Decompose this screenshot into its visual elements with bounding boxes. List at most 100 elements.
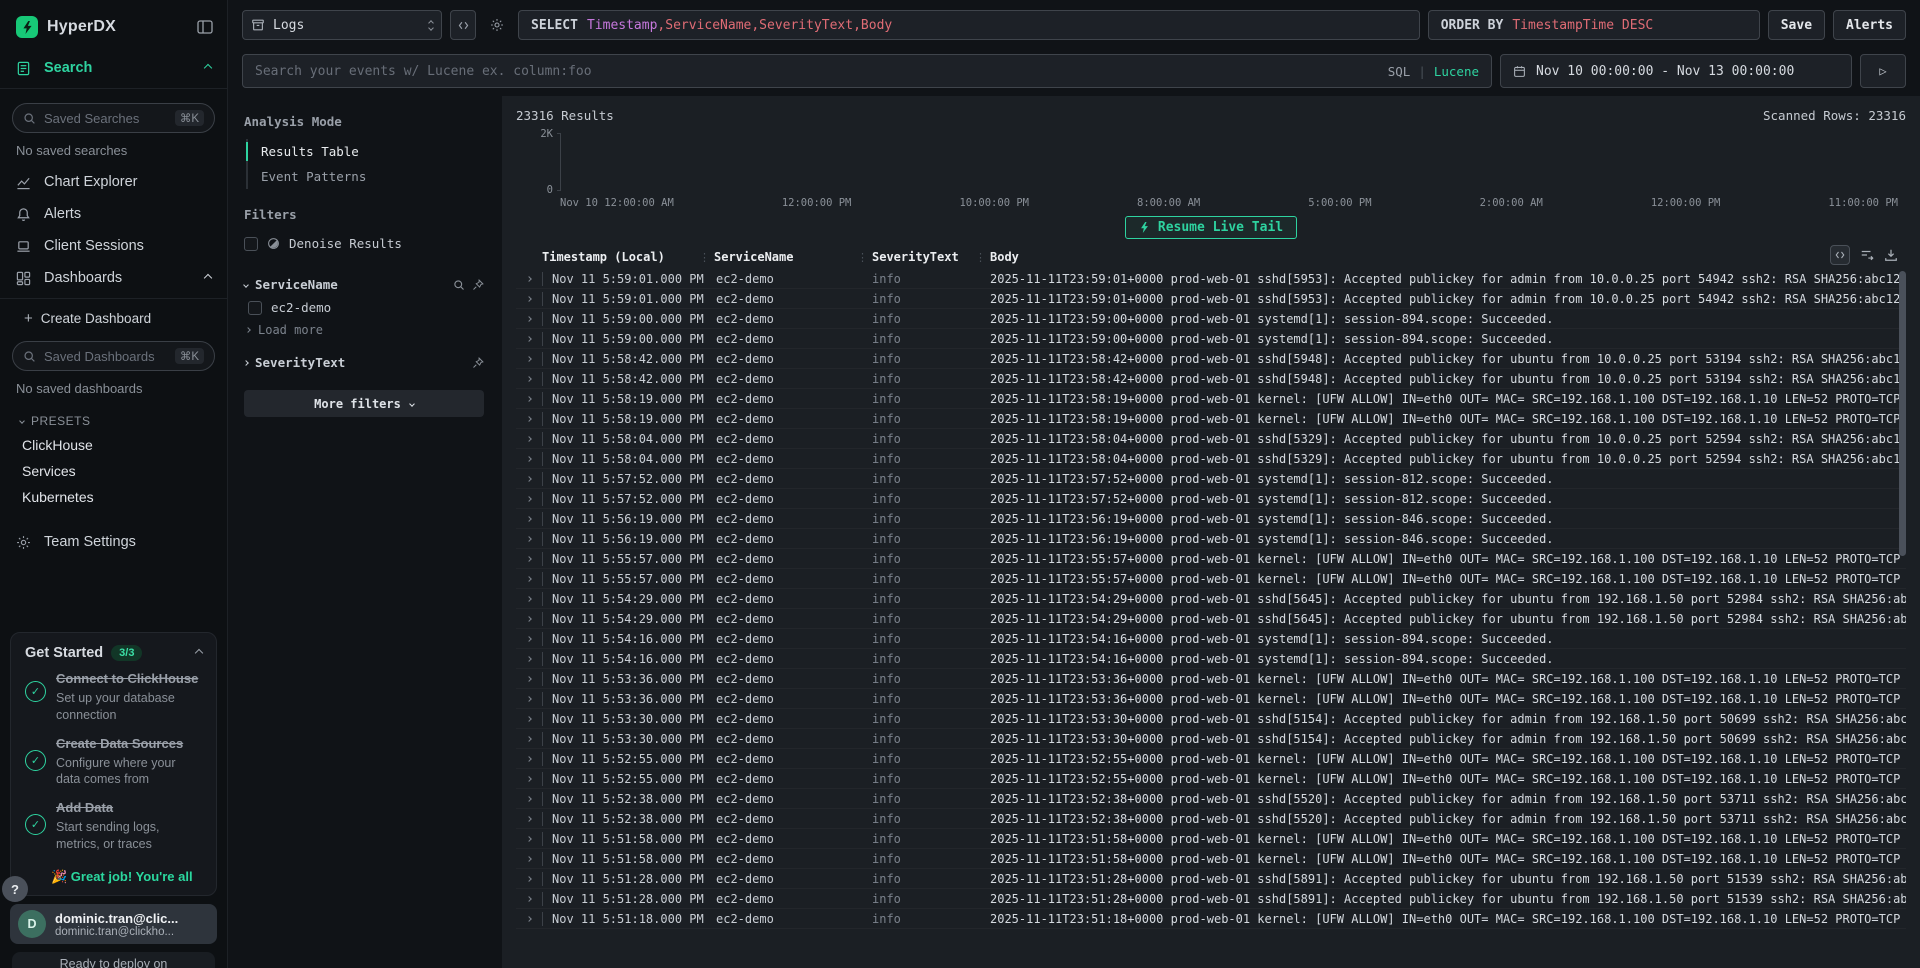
sidebar-item-client-sessions[interactable]: Client Sessions bbox=[0, 230, 227, 262]
load-more-button[interactable]: Load more bbox=[244, 319, 484, 347]
expand-row-icon[interactable] bbox=[516, 717, 542, 721]
resume-live-tail-button[interactable]: Resume Live Tail bbox=[1125, 216, 1297, 239]
expand-row-icon[interactable] bbox=[516, 777, 542, 781]
checkbox-icon[interactable] bbox=[248, 301, 262, 315]
table-row[interactable]: Nov 11 5:58:19.000 PM ec2-demo info 2025… bbox=[516, 409, 1906, 429]
expand-row-icon[interactable] bbox=[516, 677, 542, 681]
expand-row-icon[interactable] bbox=[516, 417, 542, 421]
expand-row-icon[interactable] bbox=[516, 477, 542, 481]
mode-lucene[interactable]: Lucene bbox=[1434, 64, 1479, 79]
expand-row-icon[interactable] bbox=[516, 457, 542, 461]
get-started-step[interactable]: ✓ Add Data Start sending logs, metrics, … bbox=[25, 800, 202, 853]
mode-sql[interactable]: SQL bbox=[1388, 64, 1411, 79]
table-row[interactable]: Nov 11 5:51:18.000 PM ec2-demo info 2025… bbox=[516, 909, 1906, 929]
expand-row-icon[interactable] bbox=[516, 637, 542, 641]
expand-row-icon[interactable] bbox=[516, 577, 542, 581]
column-resize-handle[interactable]: ⋮ bbox=[853, 251, 872, 264]
preset-dashboard-item[interactable]: Services bbox=[0, 458, 227, 484]
save-button[interactable]: Save bbox=[1768, 10, 1825, 40]
expand-row-icon[interactable] bbox=[516, 397, 542, 401]
table-row[interactable]: Nov 11 5:52:38.000 PM ec2-demo info 2025… bbox=[516, 809, 1906, 829]
code-toggle-icon[interactable] bbox=[450, 10, 476, 40]
pin-icon[interactable] bbox=[472, 357, 484, 369]
table-row[interactable]: Nov 11 5:55:57.000 PM ec2-demo info 2025… bbox=[516, 569, 1906, 589]
column-header-timestamp[interactable]: Timestamp (Local) ⋮ bbox=[542, 250, 714, 264]
source-select[interactable]: Logs bbox=[242, 10, 442, 40]
sidebar-item-dashboards[interactable]: Dashboards bbox=[0, 262, 227, 294]
expand-row-icon[interactable] bbox=[516, 317, 542, 321]
table-row[interactable]: Nov 11 5:59:01.000 PM ec2-demo info 2025… bbox=[516, 269, 1906, 289]
table-row[interactable]: Nov 11 5:51:58.000 PM ec2-demo info 2025… bbox=[516, 849, 1906, 869]
expand-row-icon[interactable] bbox=[516, 597, 542, 601]
user-menu[interactable]: D dominic.tran@clic... dominic.tran@clic… bbox=[10, 904, 217, 944]
collapse-sidebar-icon[interactable] bbox=[197, 20, 213, 34]
table-row[interactable]: Nov 11 5:58:42.000 PM ec2-demo info 2025… bbox=[516, 369, 1906, 389]
table-row[interactable]: Nov 11 5:54:16.000 PM ec2-demo info 2025… bbox=[516, 629, 1906, 649]
expand-row-icon[interactable] bbox=[516, 517, 542, 521]
table-row[interactable]: Nov 11 5:56:19.000 PM ec2-demo info 2025… bbox=[516, 509, 1906, 529]
table-row[interactable]: Nov 11 5:57:52.000 PM ec2-demo info 2025… bbox=[516, 469, 1906, 489]
table-row[interactable]: Nov 11 5:55:57.000 PM ec2-demo info 2025… bbox=[516, 549, 1906, 569]
table-row[interactable]: Nov 11 5:57:52.000 PM ec2-demo info 2025… bbox=[516, 489, 1906, 509]
vertical-scrollbar[interactable] bbox=[1899, 271, 1906, 556]
get-started-step[interactable]: ✓ Create Data Sources Configure where yo… bbox=[25, 736, 202, 789]
expand-row-icon[interactable] bbox=[516, 437, 542, 441]
help-button[interactable]: ? bbox=[2, 876, 28, 902]
table-row[interactable]: Nov 11 5:54:16.000 PM ec2-demo info 2025… bbox=[516, 649, 1906, 669]
table-row[interactable]: Nov 11 5:59:01.000 PM ec2-demo info 2025… bbox=[516, 289, 1906, 309]
table-row[interactable]: Nov 11 5:58:19.000 PM ec2-demo info 2025… bbox=[516, 389, 1906, 409]
presets-toggle[interactable]: PRESETS bbox=[0, 404, 227, 432]
more-filters-button[interactable]: More filters bbox=[244, 390, 484, 417]
expand-row-icon[interactable] bbox=[516, 497, 542, 501]
table-row[interactable]: Nov 11 5:53:30.000 PM ec2-demo info 2025… bbox=[516, 729, 1906, 749]
table-row[interactable]: Nov 11 5:53:36.000 PM ec2-demo info 2025… bbox=[516, 669, 1906, 689]
filter-group-severitytext[interactable]: SeverityText bbox=[244, 347, 484, 374]
column-resize-handle[interactable]: ⋮ bbox=[971, 251, 990, 264]
expand-row-icon[interactable] bbox=[516, 297, 542, 301]
table-row[interactable]: Nov 11 5:56:19.000 PM ec2-demo info 2025… bbox=[516, 529, 1906, 549]
denoise-toggle[interactable]: Denoise Results bbox=[244, 232, 484, 255]
expand-row-icon[interactable] bbox=[516, 837, 542, 841]
expand-row-icon[interactable] bbox=[516, 537, 542, 541]
table-row[interactable]: Nov 11 5:53:36.000 PM ec2-demo info 2025… bbox=[516, 689, 1906, 709]
filter-group-servicename[interactable]: ServiceName bbox=[244, 269, 484, 296]
expand-view-icon[interactable] bbox=[1830, 245, 1850, 265]
column-resize-handle[interactable]: ⋮ bbox=[695, 251, 714, 264]
expand-row-icon[interactable] bbox=[516, 817, 542, 821]
table-row[interactable]: Nov 11 5:59:00.000 PM ec2-demo info 2025… bbox=[516, 329, 1906, 349]
expand-row-icon[interactable] bbox=[516, 857, 542, 861]
mode-results-table[interactable]: Results Table bbox=[248, 139, 484, 164]
select-clause-input[interactable]: SELECTTimestamp,ServiceName,SeverityText… bbox=[518, 10, 1420, 40]
checkbox-icon[interactable] bbox=[244, 237, 258, 251]
expand-row-icon[interactable] bbox=[516, 357, 542, 361]
expand-row-icon[interactable] bbox=[516, 877, 542, 881]
column-header-severitytext[interactable]: SeverityText ⋮ bbox=[872, 250, 990, 264]
event-search-box[interactable]: SQL | Lucene bbox=[242, 54, 1492, 88]
expand-row-icon[interactable] bbox=[516, 797, 542, 801]
alerts-button[interactable]: Alerts bbox=[1833, 10, 1906, 40]
table-row[interactable]: Nov 11 5:51:28.000 PM ec2-demo info 2025… bbox=[516, 889, 1906, 909]
expand-row-icon[interactable] bbox=[516, 377, 542, 381]
sidebar-item-search[interactable]: Search bbox=[0, 52, 227, 84]
expand-row-icon[interactable] bbox=[516, 757, 542, 761]
table-row[interactable]: Nov 11 5:54:29.000 PM ec2-demo info 2025… bbox=[516, 589, 1906, 609]
expand-row-icon[interactable] bbox=[516, 737, 542, 741]
column-header-servicename[interactable]: ServiceName ⋮ bbox=[714, 250, 872, 264]
expand-row-icon[interactable] bbox=[516, 617, 542, 621]
get-started-header[interactable]: Get Started 3/3 bbox=[25, 645, 202, 661]
saved-dashboards-input[interactable]: Saved Dashboards ⌘K bbox=[12, 341, 215, 371]
order-by-input[interactable]: ORDER BYTimestampTime DESC bbox=[1428, 10, 1760, 40]
expand-row-icon[interactable] bbox=[516, 277, 542, 281]
table-row[interactable]: Nov 11 5:51:58.000 PM ec2-demo info 2025… bbox=[516, 829, 1906, 849]
preset-dashboard-item[interactable]: ClickHouse bbox=[0, 432, 227, 458]
run-query-button[interactable]: ▷ bbox=[1860, 54, 1906, 88]
saved-searches-input[interactable]: Saved Searches ⌘K bbox=[12, 103, 215, 133]
preset-dashboard-item[interactable]: Kubernetes bbox=[0, 484, 227, 510]
table-row[interactable]: Nov 11 5:51:28.000 PM ec2-demo info 2025… bbox=[516, 869, 1906, 889]
sidebar-item-alerts[interactable]: Alerts bbox=[0, 198, 227, 230]
column-header-body[interactable]: Body bbox=[990, 250, 1906, 264]
query-settings-gear-icon[interactable] bbox=[484, 10, 510, 40]
table-row[interactable]: Nov 11 5:58:42.000 PM ec2-demo info 2025… bbox=[516, 349, 1906, 369]
filter-search-icon[interactable] bbox=[453, 279, 465, 291]
expand-row-icon[interactable] bbox=[516, 917, 542, 921]
